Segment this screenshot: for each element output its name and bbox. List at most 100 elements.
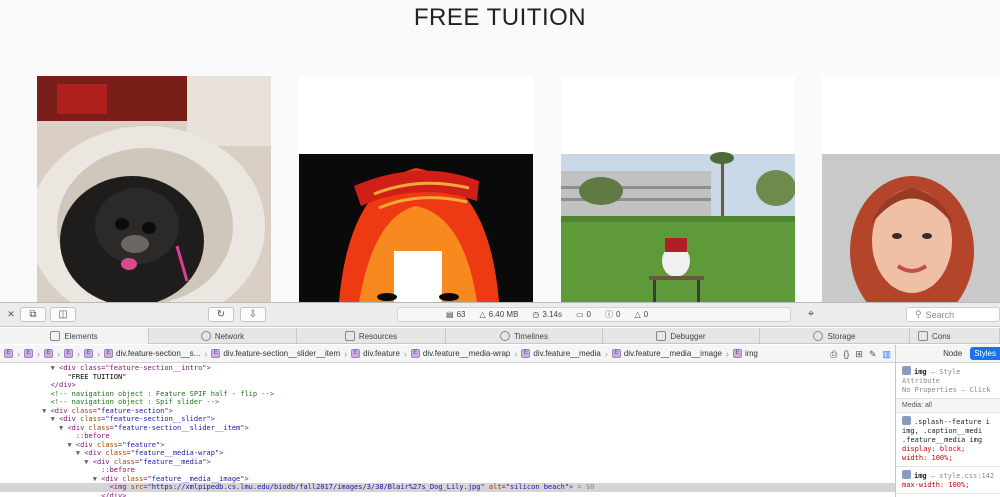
element-icon: E [44,349,53,358]
crosshair-icon[interactable]: ⌖ [798,307,824,322]
art-illustration [299,76,533,302]
breadcrumb-nav-arrow[interactable]: E [0,349,17,358]
error-icon: ⓘ [605,310,613,319]
breadcrumb-item[interactable]: Ediv.feature [347,349,404,358]
timelines-icon [500,331,511,341]
dom-node[interactable]: </div> [0,381,895,390]
pencil-icon[interactable]: ✎ [869,349,877,360]
style-rule-icon [902,416,911,425]
tab-node[interactable]: Node [939,347,966,360]
element-icon: E [351,349,361,358]
activity-viewer[interactable]: ▤ 63 △ 6.40 MB ◷ 3.14s ▭ 0 ⓘ 0 △ 0 [397,307,791,322]
load-time: ◷ 3.14s [532,310,562,319]
resources-icon [344,331,355,341]
tab-timelines[interactable]: Timelines [446,328,603,344]
console-icon [918,331,928,341]
download-icon[interactable]: ⇩ [240,307,266,322]
tab-network[interactable]: Network [149,328,297,344]
tab-styles[interactable]: Styles [970,347,1000,360]
error-count[interactable]: ⓘ 0 [605,309,620,320]
dom-node[interactable]: </div> [0,492,895,497]
campus-photo [561,76,795,302]
no-properties-label: No Properties — Click [902,386,991,394]
close-icon[interactable]: ✕ [3,307,19,322]
dom-node[interactable]: ▼ <div class="feature__media__image"> [0,475,895,484]
breadcrumb-item[interactable]: Ediv.feature-section__s... [100,349,204,358]
dom-node[interactable]: "FREE TUITION" [0,373,895,382]
tab-resources[interactable]: Resources [297,328,446,344]
dom-node[interactable]: ▼ <div class="feature-section__slider"> [0,415,895,424]
undock-icon[interactable]: ⧉ [20,307,46,322]
css-rule[interactable]: .splash--feature i img, .caption__medi .… [896,413,1000,467]
tab-console[interactable]: Cons [910,328,1000,344]
dom-node[interactable]: ▼ <div class="feature__media-wrap"> [0,449,895,458]
media-header: Media: all [896,399,1000,413]
page-title: FREE TUITION [413,4,587,31]
feature-card-campus[interactable] [561,76,795,302]
sidebar-toggle-icon[interactable]: ▥ [882,349,891,360]
log-count[interactable]: ▭ 0 [576,310,591,319]
rule-selector: img [914,368,927,376]
search-icon: ⚲ [915,309,922,319]
resource-size: △ 6.40 MB [479,310,519,319]
reload-icon[interactable]: ↻ [208,307,234,322]
weight-icon: △ [479,310,486,319]
style-rule-icon [902,366,911,375]
storage-icon [813,331,824,341]
css-declaration[interactable]: max-width: 100%; [902,481,969,489]
warning-count[interactable]: △ 0 [634,310,648,319]
dom-node[interactable]: ::before [0,466,895,475]
css-declaration[interactable]: display: block; [902,445,965,453]
debugger-icon [656,331,667,341]
css-rule[interactable]: img — style.css:142 max-width: 100%; [896,467,1000,494]
tab-debugger[interactable]: Debugger [603,328,760,344]
pug-photo [37,76,271,302]
dom-node[interactable]: <!-- navigation object : Spif slider --> [0,398,895,407]
dom-node[interactable]: ▼ <div class="feature"> [0,441,895,450]
breadcrumb-item[interactable]: Ediv.feature__media [517,349,604,358]
dom-node[interactable]: ▼ <div class="feature__media"> [0,458,895,467]
breadcrumb-item[interactable]: Ediv.feature__media-wrap [407,349,514,358]
dom-node[interactable]: ▼ <div class="feature-section"> [0,407,895,416]
sidebar-tabs: Node Styles [896,345,1000,363]
rule-selector: img [914,472,927,480]
rule-selector: .splash--feature i [914,418,990,426]
inspector-tabs: Elements Network Resources Timelines Deb… [0,328,1000,344]
element-icon: E [4,349,13,358]
style-rule-icon [902,470,911,479]
search-input[interactable]: ⚲ Search [906,307,1000,322]
breadcrumb-ancestor[interactable]: E [40,349,57,358]
rule-selector: img, .caption__medi [902,427,983,435]
breadcrumb-ancestor[interactable]: E [20,349,37,358]
tab-elements[interactable]: Elements [0,328,149,344]
inspector-toolbar: ✕ ⧉ ◫ ↻ ⇩ ▤ 63 △ 6.40 MB ◷ 3.14s ▭ 0 ⓘ 0 △ 0 ⌖… [0,303,1000,327]
element-icon: E [732,349,742,358]
tab-storage[interactable]: Storage [760,328,910,344]
breadcrumb-item[interactable]: Ediv.feature-section__slider__item [207,349,344,358]
dom-node[interactable]: ▼ <div class="feature-section__slider__i… [0,424,895,433]
breadcrumb-item[interactable]: Ediv.feature__media__image [608,349,726,358]
dom-node[interactable]: ▼ <div class="feature-section__intro"> [0,364,895,373]
document-icon: ▤ [446,310,454,319]
dock-side-icon[interactable]: ◫ [50,307,76,322]
breadcrumb-item-selected[interactable]: Eimg [729,349,762,358]
breadcrumb-ancestor[interactable]: E [60,349,77,358]
dom-tree[interactable]: ▼ <div class="feature-section__intro"> "… [0,364,895,497]
print-icon[interactable]: ⎙ [830,349,837,360]
styles-sidebar: Node Styles img — Style Attribute No Pro… [895,345,1000,497]
feature-card-portrait[interactable] [822,76,1000,302]
rule-selector: .feature__media img [902,436,983,444]
feature-card-art[interactable] [299,76,533,302]
code-braces-icon[interactable]: {} [843,349,849,359]
dom-node-selected[interactable]: <img src="https://xmlpipedb.cs.lmu.edu/b… [0,483,895,492]
grid-icon[interactable]: ⊞ [855,349,863,360]
css-declaration[interactable]: width: 100%; [902,454,953,462]
feature-card-pug[interactable] [37,76,271,302]
rule-source: — style.css:142 [930,472,995,480]
web-page: FREE TUITION [0,0,1000,302]
dom-node[interactable]: ::before [0,432,895,441]
style-attribute-rule[interactable]: img — Style Attribute No Properties — Cl… [896,363,1000,399]
log-icon: ▭ [575,310,584,319]
breadcrumb-ancestor[interactable]: E [80,349,97,358]
dom-node[interactable]: <!-- navigation object : Feature SPIF ha… [0,390,895,399]
